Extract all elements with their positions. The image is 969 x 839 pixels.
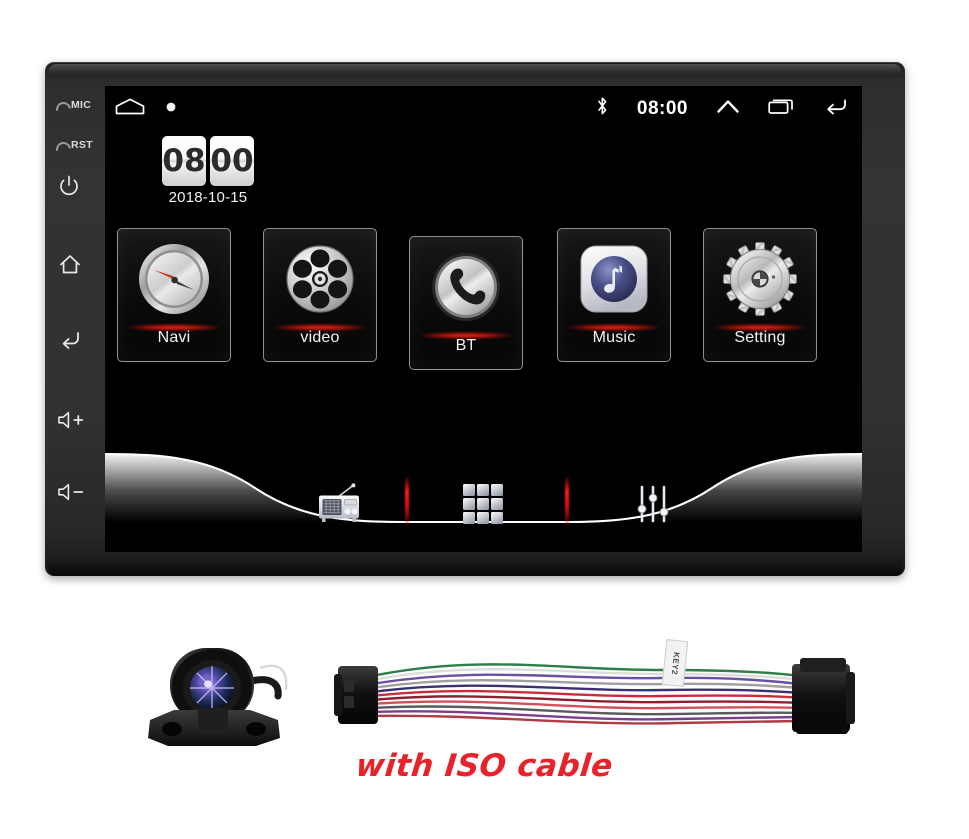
status-bar-time: 08:00: [636, 97, 688, 119]
home-icon[interactable]: [59, 254, 81, 280]
power-icon[interactable]: [59, 175, 79, 202]
back-arrow-icon[interactable]: [822, 97, 848, 120]
dock-apps-button[interactable]: [453, 478, 513, 530]
android-home-screen: 08:00 08 00 2018-10-15 Navi video BT Mus…: [105, 86, 862, 552]
clock-widget[interactable]: 08 00 2018-10-15: [162, 136, 254, 206]
app-label-music: Music: [592, 329, 636, 346]
volume-up-icon[interactable]: [56, 410, 86, 435]
music-note-icon: [558, 237, 670, 321]
recents-icon[interactable]: [768, 97, 794, 120]
app-label-navi: Navi: [157, 329, 191, 346]
app-tile-setting[interactable]: Setting: [703, 228, 817, 362]
accessories-row: KEY2 with ISO cable: [0, 596, 969, 826]
status-bar-right: 08:00: [596, 86, 848, 131]
app-label-video: video: [300, 329, 340, 346]
bluetooth-icon: [596, 96, 609, 121]
chevron-up-icon[interactable]: [716, 98, 740, 120]
home-icon[interactable]: [115, 98, 145, 120]
dock-radio-button[interactable]: [310, 478, 370, 530]
radio-icon: [319, 483, 359, 522]
iso-wiring-harness: [334, 658, 855, 734]
app-tile-bt[interactable]: BT: [409, 236, 523, 370]
reset-label: RST: [71, 139, 93, 151]
volume-down-icon[interactable]: [56, 482, 86, 507]
dock-equalizer-button[interactable]: [623, 478, 683, 530]
dot-indicator-icon: [165, 100, 177, 118]
backup-camera: [148, 648, 288, 746]
app-label-setting: Setting: [734, 329, 786, 346]
mic-label: MIC: [71, 99, 92, 111]
app-tile-navi[interactable]: Navi: [117, 228, 231, 362]
equalizer-icon: [637, 485, 669, 523]
iso-cable-caption: with ISO cable: [0, 748, 969, 784]
device-bottom-shade: [48, 558, 902, 576]
status-bar-left: [115, 86, 177, 131]
app-tile-music[interactable]: Music: [557, 228, 671, 362]
left-bezel: MIC RST: [45, 62, 105, 576]
dock-bar: [105, 472, 862, 530]
flip-clock: 08 00: [162, 136, 254, 186]
gear-icon: [704, 237, 816, 321]
device-top-gloss: [49, 64, 901, 74]
dock-divider-right: [565, 476, 569, 528]
film-reel-icon: [264, 237, 376, 321]
compass-icon: [118, 237, 230, 321]
iso-cable-caption-text: with ISO cable: [354, 748, 615, 784]
apps-grid-icon: [463, 484, 503, 524]
head-unit-device: MIC RST 08:00 08 00 2018-10-15 Navi vide…: [45, 62, 905, 576]
app-label-bt: BT: [455, 337, 477, 354]
phone-handset-icon: [410, 245, 522, 329]
clock-date: 2018-10-15: [168, 189, 248, 206]
app-tile-video[interactable]: video: [263, 228, 377, 362]
app-tile-row: Navi video BT Music Setting: [117, 228, 850, 370]
touchscreen-display[interactable]: 08:00 08 00 2018-10-15 Navi video BT Mus…: [105, 86, 862, 552]
clock-hours: 08: [162, 136, 206, 186]
clock-minutes: 00: [210, 136, 254, 186]
status-bar: 08:00: [105, 86, 862, 131]
dock-divider-left: [405, 476, 409, 528]
back-icon[interactable]: [59, 330, 81, 355]
product-image: MIC RST 08:00 08 00 2018-10-15 Navi vide…: [0, 0, 969, 839]
